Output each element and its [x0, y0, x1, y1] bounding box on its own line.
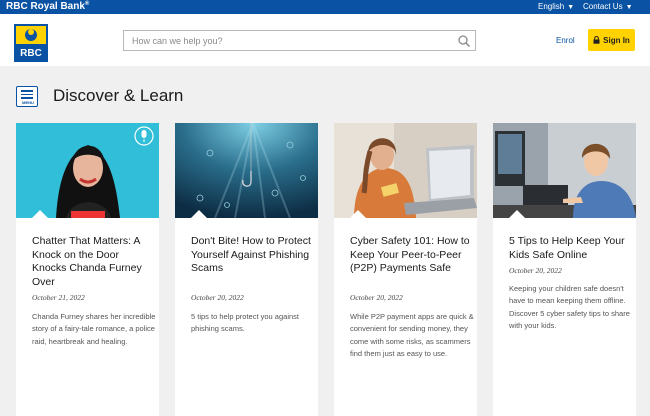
article-date: October 21, 2022 [32, 293, 85, 302]
chevron-down-icon: ▼ [567, 4, 575, 11]
search-icon[interactable] [457, 34, 471, 48]
top-utility-bar: RBC Royal Bank® English ▼ Contact Us ▼ [0, 0, 650, 14]
article-date: October 20, 2022 [191, 293, 244, 302]
article-description: 5 tips to help protect you against phish… [191, 312, 299, 334]
woman-laptop-credit-card-image [334, 123, 477, 218]
search-box[interactable] [123, 30, 476, 51]
article-card[interactable]: 5 Tips to Help Keep Your Kids Safe Onlin… [493, 123, 636, 416]
lock-icon [593, 36, 600, 44]
article-card[interactable]: Chatter That Matters: A Knock on the Doo… [16, 123, 159, 416]
brand-name: RBC Royal Bank® [6, 1, 90, 12]
woman-portrait-podcast-image [16, 123, 159, 218]
article-title[interactable]: Don't Bite! How to Protect Yourself Agai… [191, 235, 311, 276]
search-input[interactable] [132, 34, 452, 48]
article-card[interactable]: Cyber Safety 101: How to Keep Your Peer-… [334, 123, 477, 416]
article-date: October 20, 2022 [350, 293, 403, 302]
menu-label: MENU [22, 100, 34, 105]
article-card[interactable]: Don't Bite! How to Protect Yourself Agai… [175, 123, 318, 416]
article-title[interactable]: Chatter That Matters: A Knock on the Doo… [32, 235, 152, 289]
card-notch [350, 210, 366, 218]
hamburger-icon [21, 90, 33, 101]
language-selector[interactable]: English ▼ [538, 2, 574, 11]
article-title[interactable]: 5 Tips to Help Keep Your Kids Safe Onlin… [509, 235, 629, 262]
page-title: Discover & Learn [53, 86, 184, 105]
article-description: Keeping your children safe doesn't have … [509, 284, 630, 330]
rbc-logo[interactable]: RBC [14, 24, 48, 62]
article-title[interactable]: Cyber Safety 101: How to Keep Your Peer-… [350, 235, 470, 276]
article-date: October 20, 2022 [509, 266, 562, 275]
underwater-fishing-hook-image [175, 123, 318, 218]
chevron-down-icon: ▼ [625, 4, 633, 11]
site-header: RBC Enrol Sign In [0, 14, 650, 66]
menu-button[interactable]: MENU [16, 86, 38, 107]
contact-us-link[interactable]: Contact Us ▼ [583, 2, 633, 11]
boy-at-computer-image [493, 123, 636, 218]
article-description: Chanda Furney shares her incredible stor… [32, 312, 156, 346]
sign-in-button[interactable]: Sign In [588, 29, 635, 51]
card-notch [32, 210, 48, 218]
sign-in-label: Sign In [603, 35, 630, 45]
card-notch [509, 210, 525, 218]
svg-text:RBC: RBC [20, 48, 42, 59]
enrol-link[interactable]: Enrol [556, 36, 575, 45]
article-description: While P2P payment apps are quick & conve… [350, 312, 474, 358]
card-notch [191, 210, 207, 218]
